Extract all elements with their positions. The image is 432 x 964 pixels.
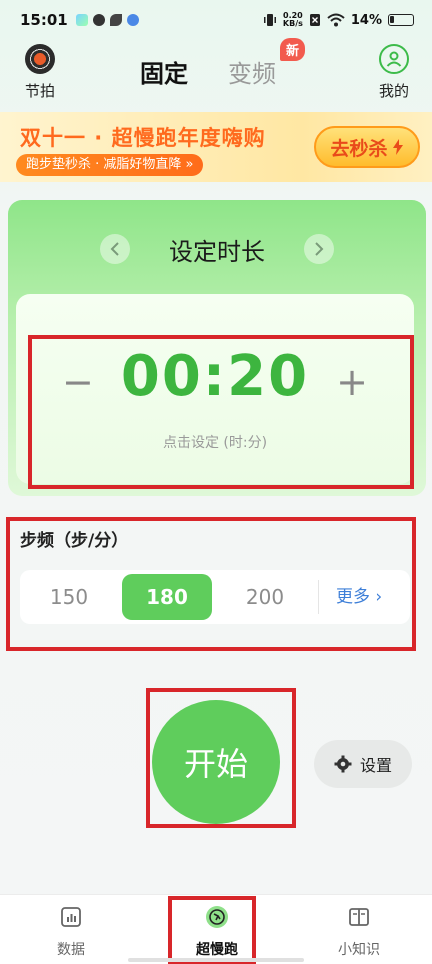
- book-icon: [349, 908, 369, 926]
- bar-chart-icon: [61, 907, 81, 927]
- metronome-icon: [25, 44, 55, 74]
- tab-variable[interactable]: 变频 新: [228, 38, 306, 89]
- nav-data-label: 数据: [57, 942, 85, 958]
- sim-off-icon: [309, 14, 320, 26]
- cadence-highlight-box: [6, 517, 416, 651]
- duration-header: 设定时长: [8, 230, 426, 270]
- duration-title: 设定时长: [169, 238, 265, 266]
- status-time: 15:01: [20, 11, 68, 29]
- tab-variable-label: 变频: [228, 60, 276, 88]
- battery-icon: [388, 14, 414, 26]
- nav-data[interactable]: 数据: [36, 905, 106, 959]
- settings-label: 设置: [359, 756, 392, 775]
- next-mode-button[interactable]: [304, 234, 334, 264]
- settings-button[interactable]: 设置: [314, 740, 412, 788]
- start-highlight-box: [146, 688, 296, 828]
- tab-fixed-label: 固定: [140, 60, 188, 88]
- nav-tips-label: 小知识: [338, 942, 380, 958]
- status-right: 0.20 KB/s 14%: [263, 12, 414, 28]
- promo-banner[interactable]: 双十一 · 超慢跑年度嗨购 跑步垫秒杀 · 减脂好物直降 » 去秒杀: [0, 112, 432, 182]
- fan-icon: [92, 14, 105, 26]
- net-speed-unit: KB/s: [282, 19, 303, 28]
- flash-sale-label: 去秒杀: [330, 137, 388, 160]
- app-screen: 15:01 0.20 KB/s 14% 节拍 固定 变频 新 我的 双十一 · …: [0, 0, 432, 964]
- status-bar: 15:01 0.20 KB/s 14%: [0, 0, 432, 40]
- leaf-icon: [109, 14, 122, 26]
- top-nav: 节拍 固定 变频 新 我的: [0, 38, 432, 108]
- metronome-label: 节拍: [24, 82, 55, 100]
- banner-subtitle: 跑步垫秒杀 · 减脂好物直降 »: [16, 154, 204, 176]
- notification-icons: [75, 14, 139, 26]
- lightning-icon: [392, 139, 403, 155]
- profile-icon: [379, 44, 409, 74]
- wifi-icon: [327, 13, 345, 27]
- nav-highlight-box: [168, 896, 256, 964]
- tab-fixed[interactable]: 固定: [136, 54, 188, 89]
- chevron-right-icon: [315, 242, 324, 256]
- profile-button[interactable]: 我的: [374, 44, 414, 101]
- new-badge: 新: [280, 38, 306, 61]
- banner-title: 双十一 · 超慢跑年度嗨购: [20, 126, 266, 150]
- flower-icon: [126, 14, 139, 26]
- flash-sale-button[interactable]: 去秒杀: [314, 126, 420, 168]
- nav-tips[interactable]: 小知识: [324, 905, 394, 959]
- gallery-icon: [75, 14, 88, 26]
- vibrate-icon: [263, 14, 276, 26]
- profile-label: 我的: [378, 82, 409, 100]
- battery-percent: 14%: [350, 12, 382, 28]
- timer-highlight-box: [28, 335, 414, 489]
- gear-icon: [334, 755, 352, 773]
- metronome-button[interactable]: 节拍: [16, 44, 64, 101]
- network-speed: 0.20 KB/s: [283, 12, 303, 28]
- mode-tabs: 固定 变频 新: [136, 38, 306, 89]
- home-indicator[interactable]: [128, 958, 304, 962]
